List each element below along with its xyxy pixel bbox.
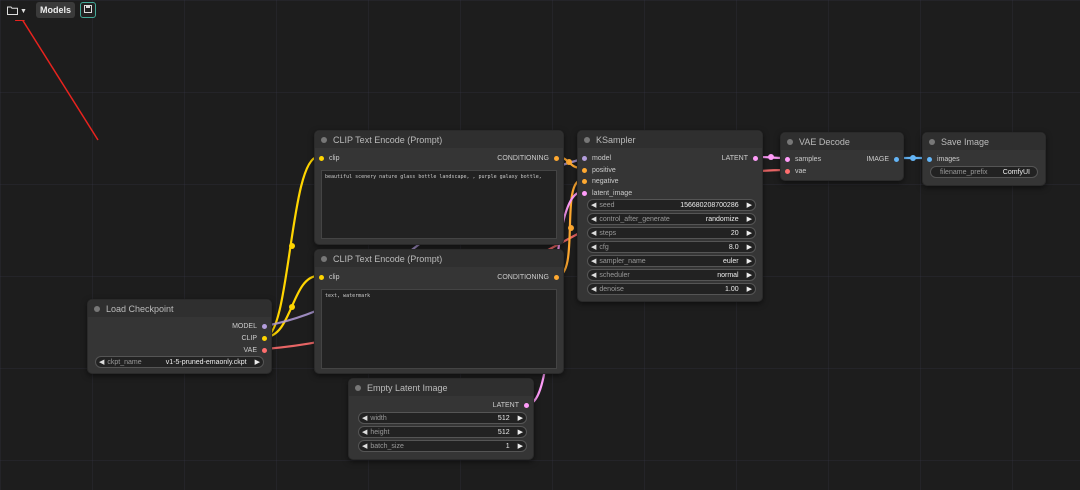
annotation-arrow xyxy=(15,11,99,141)
arrow-left-icon[interactable]: ◀ xyxy=(591,215,596,223)
wire-clip-to-negative xyxy=(264,274,319,339)
chevron-down-icon: ▼ xyxy=(20,7,27,15)
seed-widget[interactable]: ◀ seed 156680208700286 ▶ xyxy=(587,199,756,211)
node-collapse-dot[interactable] xyxy=(584,136,590,143)
width-widget[interactable]: ◀ width 512 ▶ xyxy=(358,412,527,424)
scheduler-widget[interactable]: ◀ scheduler normal ▶ xyxy=(587,269,756,281)
arrow-right-icon[interactable]: ▶ xyxy=(518,414,523,422)
steps-widget[interactable]: ◀ steps 20 ▶ xyxy=(587,227,756,239)
samples-input-slot[interactable]: samples xyxy=(785,154,821,164)
wire-clip-to-positive xyxy=(264,155,319,339)
node-collapse-dot[interactable] xyxy=(787,138,793,145)
arrow-right-icon[interactable]: ▶ xyxy=(747,271,752,279)
arrow-left-icon[interactable]: ◀ xyxy=(591,201,596,209)
vae-output-slot[interactable]: VAE xyxy=(244,345,267,355)
folder-menu-button[interactable]: ▼ xyxy=(3,2,31,20)
models-button[interactable]: Models xyxy=(36,2,76,18)
load-checkpoint-node[interactable]: Load Checkpoint MODEL CLIP VAE ◀ ckpt_nam… xyxy=(87,299,272,374)
arrow-right-icon[interactable]: ▶ xyxy=(747,201,752,209)
clip-input-slot[interactable]: clip xyxy=(319,153,340,163)
model-input-slot[interactable]: model xyxy=(582,153,611,163)
node-title: Empty Latent Image xyxy=(367,382,448,393)
positive-input-slot[interactable]: positive xyxy=(582,165,616,175)
arrow-right-icon[interactable]: ▶ xyxy=(747,285,752,293)
node-title: CLIP Text Encode (Prompt) xyxy=(333,134,443,145)
model-output-slot[interactable]: MODEL xyxy=(232,321,267,331)
arrow-right-icon[interactable]: ▶ xyxy=(747,257,752,265)
batch-size-widget[interactable]: ◀ batch_size 1 ▶ xyxy=(358,440,527,452)
prompt-textarea[interactable]: text, watermark xyxy=(321,289,557,369)
node-title: CLIP Text Encode (Prompt) xyxy=(333,253,443,264)
latent-image-input-slot[interactable]: latent_image xyxy=(582,188,632,198)
node-collapse-dot[interactable] xyxy=(321,255,327,262)
filename-prefix-widget[interactable]: filename_prefix ComfyUI xyxy=(930,166,1038,178)
arrow-left-icon[interactable]: ◀ xyxy=(591,285,596,293)
ckpt-name-combo[interactable]: ◀ ckpt_name v1-5-pruned-emaonly.ckpt ▶ xyxy=(95,356,264,368)
ksampler-node[interactable]: KSampler model LATENT positive negative … xyxy=(577,130,763,302)
arrow-left-icon[interactable]: ◀ xyxy=(362,414,367,422)
node-collapse-dot[interactable] xyxy=(94,305,100,312)
prompt-textarea[interactable]: beautiful scenery nature glass bottle la… xyxy=(321,170,557,239)
arrow-right-icon[interactable]: ▶ xyxy=(518,428,523,436)
save-workflow-button[interactable] xyxy=(80,2,97,18)
arrow-right-icon[interactable]: ▶ xyxy=(747,229,752,237)
control-after-generate-widget[interactable]: ◀ control_after_generate randomize ▶ xyxy=(587,213,756,225)
sampler-name-widget[interactable]: ◀ sampler_name euler ▶ xyxy=(587,255,756,267)
arrow-right-icon[interactable]: ▶ xyxy=(747,215,752,223)
arrow-right-icon[interactable]: ▶ xyxy=(747,243,752,251)
node-collapse-dot[interactable] xyxy=(929,138,935,145)
conditioning-output-slot[interactable]: CONDITIONING xyxy=(497,272,559,282)
clip-text-encode-positive-node[interactable]: CLIP Text Encode (Prompt) clip CONDITION… xyxy=(314,130,564,245)
image-output-slot[interactable]: IMAGE xyxy=(866,154,899,164)
images-input-slot[interactable]: images xyxy=(927,154,960,164)
node-collapse-dot[interactable] xyxy=(355,384,361,391)
node-title: Save Image xyxy=(941,136,990,147)
node-title: KSampler xyxy=(596,134,636,145)
denoise-widget[interactable]: ◀ denoise 1.00 ▶ xyxy=(587,283,756,295)
arrow-left-icon[interactable]: ◀ xyxy=(591,243,596,251)
node-collapse-dot[interactable] xyxy=(321,136,327,143)
arrow-right-icon[interactable]: ▶ xyxy=(255,358,260,366)
clip-text-encode-negative-node[interactable]: CLIP Text Encode (Prompt) clip CONDITION… xyxy=(314,249,564,374)
save-image-node[interactable]: Save Image images filename_prefix ComfyU… xyxy=(922,132,1046,186)
arrow-right-icon[interactable]: ▶ xyxy=(518,442,523,450)
arrow-left-icon[interactable]: ◀ xyxy=(591,229,596,237)
conditioning-output-slot[interactable]: CONDITIONING xyxy=(497,153,559,163)
node-title: Load Checkpoint xyxy=(106,303,174,314)
height-widget[interactable]: ◀ height 512 ▶ xyxy=(358,426,527,438)
negative-input-slot[interactable]: negative xyxy=(582,176,618,186)
arrow-left-icon[interactable]: ◀ xyxy=(99,358,104,366)
latent-output-slot[interactable]: LATENT xyxy=(493,400,529,410)
arrow-left-icon[interactable]: ◀ xyxy=(362,428,367,436)
clip-output-slot[interactable]: CLIP xyxy=(241,333,267,343)
arrow-left-icon[interactable]: ◀ xyxy=(362,442,367,450)
top-toolbar: ▼ Models xyxy=(3,2,97,20)
arrow-left-icon[interactable]: ◀ xyxy=(591,257,596,265)
save-icon xyxy=(84,5,93,15)
clip-input-slot[interactable]: clip xyxy=(319,272,340,282)
folder-icon xyxy=(7,6,19,17)
empty-latent-image-node[interactable]: Empty Latent Image LATENT ◀ width 512 ▶ ◀ h… xyxy=(348,378,534,460)
vae-input-slot[interactable]: vae xyxy=(785,166,806,176)
node-title: VAE Decode xyxy=(799,136,850,147)
vae-decode-node[interactable]: VAE Decode samples IMAGE vae xyxy=(780,132,904,181)
cfg-widget[interactable]: ◀ cfg 8.0 ▶ xyxy=(587,241,756,253)
arrow-left-icon[interactable]: ◀ xyxy=(591,271,596,279)
latent-output-slot[interactable]: LATENT xyxy=(722,153,758,163)
